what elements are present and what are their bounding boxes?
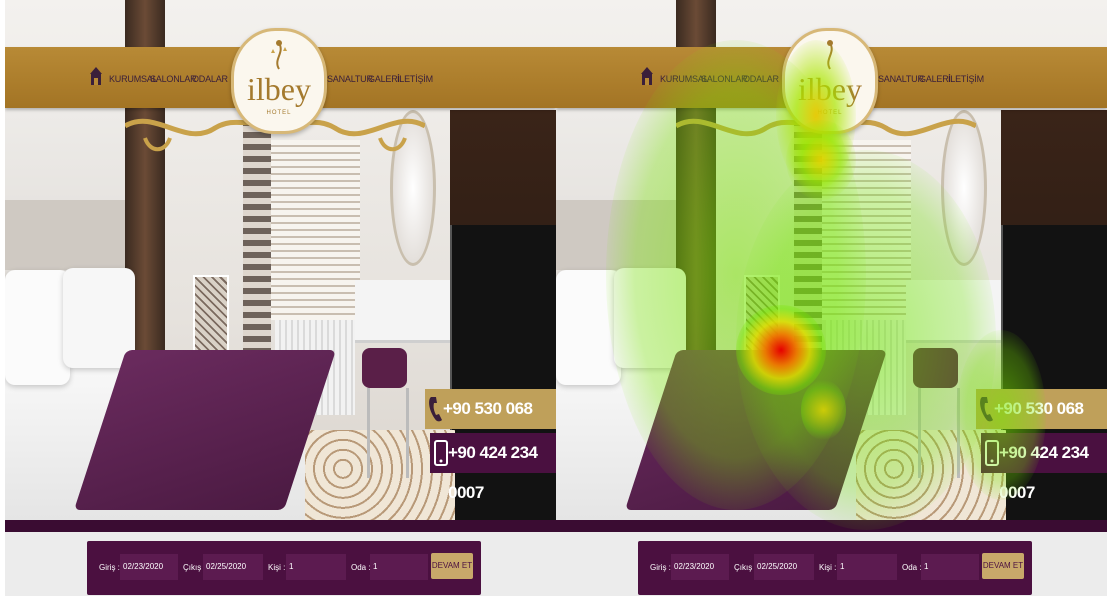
nav-link-iletisim[interactable]: İLETİŞİM <box>397 74 433 84</box>
landline-phone-number: +90 424 234 0007 <box>448 443 538 502</box>
footer-strip <box>5 520 556 532</box>
window-blinds <box>821 140 911 320</box>
desk <box>355 280 455 343</box>
window-blinds <box>270 140 360 320</box>
nav-link-salonlar[interactable]: SALONLAR <box>701 74 748 84</box>
checkin-label: Giriş : <box>99 563 120 572</box>
logo-name: ilbey <box>798 71 862 107</box>
guests-input[interactable]: 1 <box>286 554 346 580</box>
guests-label: Kişi : <box>819 563 837 572</box>
chair <box>744 275 780 354</box>
mobile-phone-badge[interactable]: +90 530 068 0539 <box>425 389 556 458</box>
chair <box>193 275 229 354</box>
stool <box>913 348 958 388</box>
checkin-label: Giriş : <box>650 563 671 572</box>
stool-legs <box>918 388 960 478</box>
rooms-label: Oda : <box>351 563 371 572</box>
website-screenshot-original: KURUMSAL SALONLAR ODALAR SANALTUR GALERİ… <box>5 0 556 596</box>
guests-input[interactable]: 1 <box>837 554 897 580</box>
rooms-input[interactable]: 1 <box>921 554 979 580</box>
home-icon[interactable] <box>89 66 103 86</box>
rooms-label: Oda : <box>902 563 922 572</box>
landline-phone-badge[interactable]: +90 424 234 0007 <box>430 433 556 502</box>
pillow <box>556 270 621 385</box>
booking-form: Giriş : 02/23/2020 Çıkış : 02/25/2020 Ki… <box>87 541 481 595</box>
checkin-date-input[interactable]: 02/23/2020 <box>671 554 729 580</box>
nav-link-iletisim[interactable]: İLETİŞİM <box>948 74 984 84</box>
continue-button[interactable]: DEVAM ET <box>982 553 1024 579</box>
stool-legs <box>367 388 409 478</box>
booking-form: Giriş : 02/23/2020 Çıkış : 02/25/2020 Ki… <box>638 541 1032 595</box>
continue-button[interactable]: DEVAM ET <box>431 553 473 579</box>
nav-link-galeri[interactable]: GALERİ <box>919 74 951 84</box>
logo-name: ilbey <box>247 71 311 107</box>
guests-label: Kişi : <box>268 563 286 572</box>
nav-link-odalar[interactable]: ODALAR <box>743 74 779 84</box>
hotel-logo[interactable]: ilbey HOTEL <box>782 28 878 134</box>
nav-link-odalar[interactable]: ODALAR <box>192 74 228 84</box>
landline-phone-badge[interactable]: +90 424 234 0007 <box>981 433 1107 502</box>
checkout-date-input[interactable]: 02/25/2020 <box>754 554 814 580</box>
headboard <box>5 200 135 270</box>
landline-phone-number: +90 424 234 0007 <box>999 443 1089 502</box>
checkout-date-input[interactable]: 02/25/2020 <box>203 554 263 580</box>
headboard <box>556 200 686 270</box>
nav-link-salonlar[interactable]: SALONLAR <box>150 74 197 84</box>
stool <box>362 348 407 388</box>
home-icon[interactable] <box>640 66 654 86</box>
logo-emblem <box>827 40 833 70</box>
logo-emblem <box>271 40 287 70</box>
pillow <box>5 270 70 385</box>
desk <box>906 280 1006 343</box>
hotel-logo[interactable]: ilbey HOTEL <box>231 28 327 134</box>
website-screenshot-heatmap: KURUMSAL SALONLAR ODALAR SANALTUR GALERİ… <box>556 0 1107 596</box>
logo-subtitle: HOTEL <box>266 110 292 116</box>
nav-link-sanaltur[interactable]: SANALTUR <box>327 74 373 84</box>
logo-subtitle: HOTEL <box>817 110 843 116</box>
footer-strip <box>556 520 1107 532</box>
mobile-phone-badge[interactable]: +90 530 068 0539 <box>976 389 1107 458</box>
rooms-input[interactable]: 1 <box>370 554 428 580</box>
checkin-date-input[interactable]: 02/23/2020 <box>120 554 178 580</box>
nav-link-sanaltur[interactable]: SANALTUR <box>878 74 924 84</box>
nav-link-galeri[interactable]: GALERİ <box>368 74 400 84</box>
